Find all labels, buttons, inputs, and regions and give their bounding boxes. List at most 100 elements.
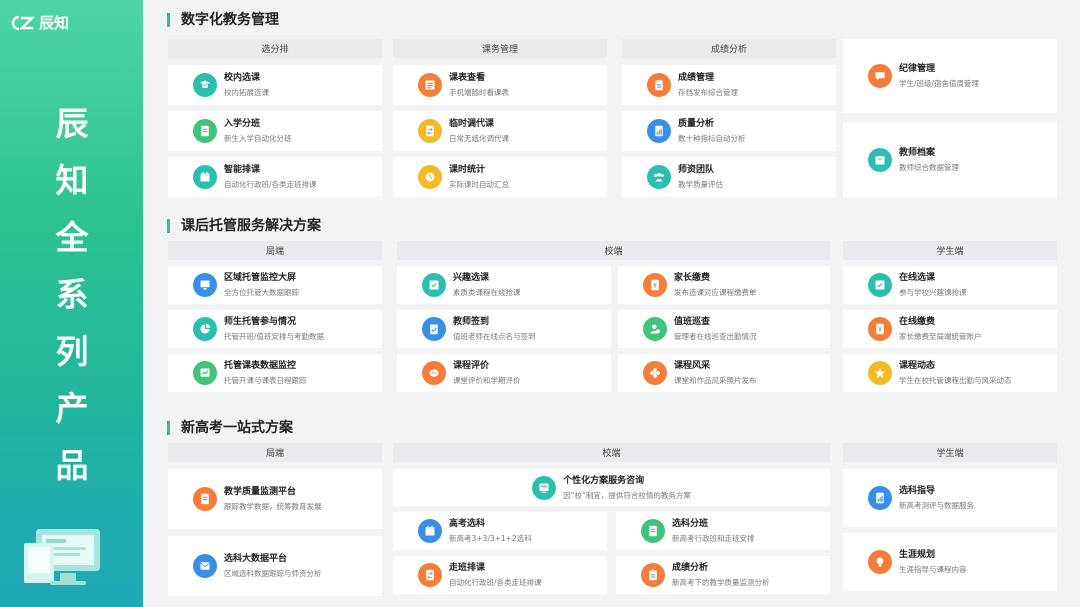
feature-title: 教学质量监测平台 [224,487,297,497]
feature-card[interactable]: 质量分析数十种指标自动分析 [622,111,836,151]
feature-card[interactable]: 选科分班 新高考行政班和走班安排 [616,512,830,550]
feature-card[interactable]: 课程动态 学生在校托管课程出勤与风采动态 [843,354,1057,392]
vertical-product-title: 辰 知 全 系 列 产 品 [50,95,94,494]
feature-desc: 自动化行政班/各类走班排课 [449,578,542,587]
swap-document-icon [418,119,442,143]
feature-card[interactable]: 入学分班 新生入学自动化分班 [168,111,382,151]
logo-text: 辰知 [39,14,70,32]
feature-card[interactable]: 智能排课自动化行政班/各类走班排课 [168,157,382,197]
feature-title: 选科大数据平台 [224,554,288,564]
feature-card[interactable]: 选科指导新高考测评与数据服务 [843,469,1057,527]
feature-desc: 值班老师在线点名与签到 [453,332,536,341]
feature-title: 智能排课 [224,165,261,175]
feature-desc: 数十种指标自动分析 [678,134,746,143]
feature-card[interactable]: 托管课表数据监控 托管开课与课表日程跟踪 [168,354,382,392]
feature-desc: 学生在校托管课程出勤与风采动态 [899,376,1012,385]
feature-card[interactable]: 临时调代课 日常无纸化调代课 [393,111,607,151]
feature-desc: 家长缴费至局端统管账户 [899,332,982,341]
feature-card[interactable]: 教师签到值班老师在线点名与签到 [397,310,611,348]
section-title: 新高考一站式方案 [167,421,293,435]
feature-text: 区域托管监控大屏 全方位托管大数据跟踪 [224,272,299,298]
feature-title: 师资团队 [678,165,715,175]
comment-icon [422,361,446,385]
main-content: 数字化教务管理 选分排 课务管理 成绩分析 校内选课 校内拓展选课 入学分班 新生入学自动化分… [143,0,1080,607]
feature-text: 课程风采 课堂和作品风采照片发布 [674,360,757,386]
feature-card[interactable]: 师资团队 教学质量评估 [622,157,836,197]
feature-card[interactable]: 教学质量监测平台 跟踪教学数据，统筹教育发展 [168,469,382,529]
swap-document-icon [418,563,442,587]
feature-title: 教师签到 [453,317,490,327]
monitor-icon [193,273,217,297]
feature-title: 走班排课 [449,563,486,573]
feature-text: 选科大数据平台 区域选科数据跟踪与师资分析 [224,553,322,579]
feature-card[interactable]: 校内选课 校内拓展选课 [168,65,382,105]
feature-title: 临时调代课 [449,119,495,129]
feature-text: 入学分班 新生入学自动化分班 [224,118,292,144]
feature-card[interactable]: 选科大数据平台 区域选科数据跟踪与师资分析 [168,536,382,596]
feature-title: 课表查看 [449,73,486,83]
feature-card[interactable]: 家长缴费 发布选课对应课程缴费单 [618,266,830,304]
title-char: 全 [55,218,89,257]
bulb-icon [868,550,892,574]
feature-desc: 学生/班级/宿舍值周管理 [899,79,980,88]
feature-text: 在线缴费 家长缴费至局端统管账户 [899,316,982,342]
feature-card[interactable]: 课程评价 课堂评价和学期评价 [397,354,611,392]
column-header: 选分排 [168,39,382,58]
feature-desc: 课堂和作品风采照片发布 [674,376,757,385]
feature-desc: 新高考下的教学质量监测分析 [672,578,770,587]
feature-card[interactable]: 师生托管参与情况 托管开班/值班安排与考勤数据 [168,310,382,348]
feature-card[interactable]: 生涯规划生涯指导与课程内容 [843,533,1057,591]
feature-text: 值班巡查 管理者在线巡查出勤情况 [674,316,757,342]
column-header: 局端 [168,241,382,260]
select-icon [422,273,446,297]
feature-text: 在线选课 参与学校兴趣课抢课 [899,272,967,298]
line-chart-icon [193,361,217,385]
feature-desc: 新高考行政班和走班安排 [672,534,755,543]
feature-card[interactable]: 课表查看 手机端随时看课表 [393,65,607,105]
feature-card[interactable]: 区域托管监控大屏 全方位托管大数据跟踪 [168,266,382,304]
pie-chart-icon [193,317,217,341]
feature-card[interactable]: 高考选科 新高考3+3/3+1+2选科 [393,512,607,550]
clock-icon [418,165,442,189]
feature-card[interactable]: 个性化方案服务咨询 因“校”制宜，提供符合校情的教务方案 [393,469,830,506]
feature-card[interactable]: 成绩管理 存档发布综合管理 [622,65,836,105]
feature-desc: 生涯指导与课程内容 [899,565,967,574]
feature-desc: 新生入学自动化分班 [224,134,292,143]
feature-card[interactable]: 课程风采 课堂和作品风采照片发布 [618,354,830,392]
feature-text: 选科分班 新高考行政班和走班安排 [672,518,755,544]
feature-card[interactable]: 教师档案 教师综合数据管理 [843,123,1057,197]
brand-logo[interactable]: 辰知 [10,12,69,33]
feature-title: 生涯规划 [899,550,936,560]
feature-card[interactable]: 成绩分析 新高考下的教学质量监测分析 [616,556,830,594]
mail-icon [193,554,217,578]
feature-text: 师生托管参与情况 托管开班/值班安排与考勤数据 [224,316,324,342]
feature-desc: 新高考测评与数据服务 [899,501,974,510]
feature-card[interactable]: 在线缴费 家长缴费至局端统管账户 [843,310,1057,348]
title-char: 知 [55,161,89,200]
title-char: 列 [55,332,89,371]
feature-card[interactable]: 纪律管理 学生/班级/宿舍值周管理 [843,39,1057,113]
feature-card[interactable]: 值班巡查 管理者在线巡查出勤情况 [618,310,830,348]
report-icon [647,119,671,143]
feature-card[interactable]: 在线选课 参与学校兴趣课抢课 [843,266,1057,304]
feature-desc: 自动化行政班/各类走班排课 [224,180,317,189]
archive-icon [868,148,892,172]
document-icon [193,119,217,143]
feature-title: 选科指导 [899,486,936,496]
graduation-cap-icon [193,73,217,97]
column-header: 学生端 [843,443,1057,462]
feature-text: 智能排课自动化行政班/各类走班排课 [224,164,317,190]
feature-card[interactable]: 走班排课自动化行政班/各类走班排课 [393,556,607,594]
feature-text: 课时统计 实际课时自动汇总 [449,164,509,190]
flower-icon [643,361,667,385]
column-header: 学生端 [843,241,1057,260]
chat-icon [868,64,892,88]
brand-sidebar: 辰知 辰 知 全 系 列 产 品 [0,0,143,607]
feature-title: 质量分析 [678,119,715,129]
feature-card[interactable]: 课时统计 实际课时自动汇总 [393,157,607,197]
feature-title: 兴趣选课 [453,273,490,283]
feature-text: 校内选课 校内拓展选课 [224,72,269,98]
feature-text: 课表查看 手机端随时看课表 [449,72,509,98]
feature-card[interactable]: 兴趣选课 素质类课程在线抢课 [397,266,611,304]
feature-desc: 新高考3+3/3+1+2选科 [449,534,532,543]
